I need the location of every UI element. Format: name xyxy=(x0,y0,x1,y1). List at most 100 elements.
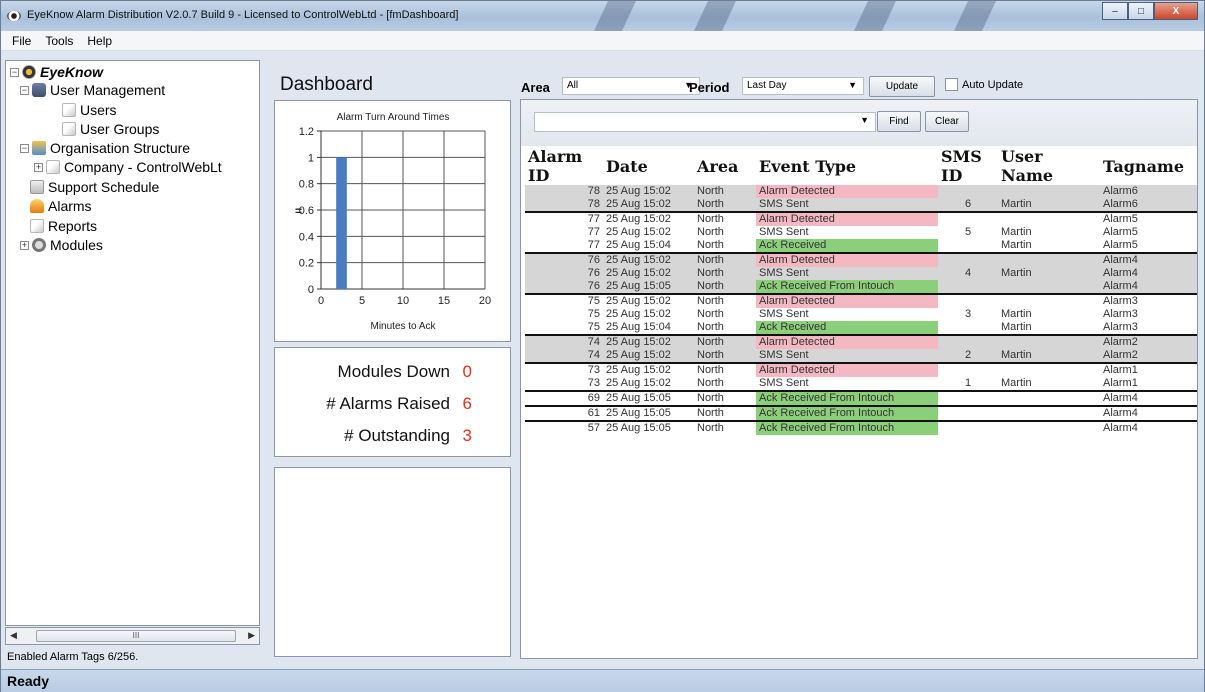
cell-tagname: Alarm1 xyxy=(1103,364,1138,376)
tree-item-support-schedule[interactable]: Support Schedule xyxy=(30,178,159,196)
column-header-date[interactable]: Date xyxy=(603,147,694,185)
tree-item-user-groups[interactable]: User Groups xyxy=(62,120,159,138)
tree-item-label: Reports xyxy=(48,218,98,234)
table-row[interactable]: 74 25 Aug 15:02 North Alarm Detected Alarm2 xyxy=(525,335,1197,349)
cell-alarm-id: 74 xyxy=(525,335,603,349)
chart-y-tick-label: 0.2 xyxy=(299,258,314,270)
tree-item-label: Support Schedule xyxy=(48,179,160,195)
cell-area: North xyxy=(694,391,756,407)
column-header-event-type[interactable]: Event Type xyxy=(756,147,938,185)
scroll-right-icon[interactable]: ▶ xyxy=(248,630,255,641)
column-header-user-name[interactable]: User Name xyxy=(998,147,1100,185)
table-row[interactable]: 74 25 Aug 15:02 North SMS Sent 2 Martin Alarm2 xyxy=(525,349,1197,364)
table-row[interactable]: 76 25 Aug 15:05 North Ack Received From Int… xyxy=(525,280,1197,295)
table-row[interactable]: 75 25 Aug 15:02 North Alarm Detected Alarm3 xyxy=(525,294,1197,308)
close-button[interactable]: X xyxy=(1154,2,1198,20)
page-icon xyxy=(62,122,76,136)
expand-icon[interactable]: + xyxy=(34,162,43,172)
tree-item-user-management[interactable]: − User Management xyxy=(20,81,165,99)
chart-x-tick-label: 15 xyxy=(438,295,450,307)
minimize-button[interactable]: – xyxy=(1102,2,1128,20)
cell-tagname: Alarm6 xyxy=(1100,185,1197,198)
cell-user-name xyxy=(998,294,1100,308)
cell-alarm-id: 76 xyxy=(525,280,603,295)
menu-file[interactable]: File xyxy=(5,34,38,48)
table-row[interactable]: 76 25 Aug 15:02 North Alarm Detected Alarm4 xyxy=(525,253,1197,267)
cell-area: North xyxy=(697,422,724,434)
cell-user-name xyxy=(998,185,1100,198)
table-row[interactable]: 78 25 Aug 15:02 North SMS Sent 6 Martin Alarm6 xyxy=(525,198,1197,213)
tree-item-eyeknow[interactable]: − EyeKnow xyxy=(10,63,103,81)
column-header-area[interactable]: Area xyxy=(694,147,756,185)
empty-panel xyxy=(274,467,511,657)
column-header-alarm-id[interactable]: Alarm ID xyxy=(525,147,603,185)
cell-tagname: Alarm4 xyxy=(1100,406,1197,422)
table-row[interactable]: 78 25 Aug 15:02 North Alarm Detected Alarm6 xyxy=(525,185,1197,198)
alarm-events-table: Alarm ID Date Area Event Type SMS ID Use… xyxy=(525,147,1197,435)
tree-item-company[interactable]: + Company - ControlWebLt xyxy=(34,158,222,176)
status-text: Ready xyxy=(7,673,50,689)
table-row[interactable]: 75 25 Aug 15:04 North Ack Received Martin Ala… xyxy=(525,321,1197,336)
cell-tagname: Alarm4 xyxy=(1103,422,1138,434)
search-bar: ▼ Find Clear xyxy=(521,100,1197,146)
title-bar[interactable]: EyeKnow Alarm Distribution V2.0.7 Build … xyxy=(1,1,1204,31)
table-row[interactable]: 73 25 Aug 15:02 North SMS Sent 1 Martin Alarm1 xyxy=(525,377,1197,392)
chart-x-tick-label: 0 xyxy=(318,295,324,307)
tree-horizontal-scrollbar[interactable]: ◀ III ▶ xyxy=(5,627,260,645)
period-select-value: Last Day xyxy=(747,80,787,91)
tree-item-modules[interactable]: + Modules xyxy=(20,236,103,254)
cell-area: North xyxy=(694,321,756,336)
find-button[interactable]: Find xyxy=(877,111,921,132)
tree-item-label: User Management xyxy=(50,82,166,98)
tree-item-label: Users xyxy=(80,102,117,118)
table-row[interactable]: 77 25 Aug 15:02 North Alarm Detected Alarm5 xyxy=(525,212,1197,226)
column-header-sms-id[interactable]: SMS ID xyxy=(938,147,998,185)
scroll-thumb[interactable]: III xyxy=(36,630,236,642)
cell-sms-id xyxy=(938,391,998,407)
chart-y-tick-label: 0 xyxy=(308,284,314,296)
cell-sms-id xyxy=(938,212,998,226)
table-row[interactable]: 76 25 Aug 15:02 North SMS Sent 4 Martin Alarm4 xyxy=(525,267,1197,280)
cell-tagname: Alarm5 xyxy=(1103,226,1138,238)
table-row[interactable]: 77 25 Aug 15:04 North Ack Received Martin Ala… xyxy=(525,239,1197,254)
tree-item-users[interactable]: Users xyxy=(62,101,117,119)
collapse-icon[interactable]: − xyxy=(20,143,29,153)
auto-update-checkbox[interactable] xyxy=(945,78,958,91)
table-row[interactable]: 69 25 Aug 15:05 North Ack Received From Int… xyxy=(525,391,1197,407)
cell-alarm-id: 57 xyxy=(587,422,600,434)
collapse-icon[interactable]: − xyxy=(10,67,19,77)
table-row[interactable]: 77 25 Aug 15:02 North SMS Sent 5 Martin Alarm5 xyxy=(525,226,1197,239)
cell-tagname: Alarm6 xyxy=(1100,198,1197,213)
table-row[interactable]: 75 25 Aug 15:02 North SMS Sent 3 Martin Alarm3 xyxy=(525,308,1197,321)
scroll-left-icon[interactable]: ◀ xyxy=(10,630,17,641)
menu-help[interactable]: Help xyxy=(80,34,119,48)
area-select[interactable]: All ▼ xyxy=(562,77,700,95)
maximize-button[interactable]: □ xyxy=(1128,2,1154,20)
tree-item-organisation-structure[interactable]: − Organisation Structure xyxy=(20,139,190,157)
cell-area: North xyxy=(694,239,756,254)
cell-event-type: Alarm Detected xyxy=(756,185,938,198)
collapse-icon[interactable]: − xyxy=(20,85,29,95)
chevron-down-icon: ▼ xyxy=(860,115,869,125)
cell-date: 25 Aug 15:05 xyxy=(606,422,671,434)
cell-area: North xyxy=(694,253,756,267)
app-eye-icon[interactable] xyxy=(7,11,21,21)
search-input[interactable]: ▼ xyxy=(534,112,876,132)
outstanding-value: 3 xyxy=(462,426,472,445)
chart-x-axis-label: Minutes to Ack xyxy=(370,321,436,332)
clear-button[interactable]: Clear xyxy=(925,111,969,132)
table-row[interactable]: 57 25 Aug 15:05 North Ack Received From Int… xyxy=(525,421,1197,435)
cell-alarm-id: 77 xyxy=(587,213,600,225)
tree-item-alarms[interactable]: Alarms xyxy=(30,197,92,215)
table-row[interactable]: 61 25 Aug 15:05 North Ack Received From Int… xyxy=(525,406,1197,422)
period-select[interactable]: Last Day ▼ xyxy=(742,77,864,95)
tree-item-reports[interactable]: Reports xyxy=(30,217,97,235)
column-header-tagname[interactable]: Tagname xyxy=(1100,147,1197,185)
cell-user-name: Martin xyxy=(998,377,1100,392)
table-row[interactable]: 73 25 Aug 15:02 North Alarm Detected Alarm1 xyxy=(525,363,1197,377)
expand-icon[interactable]: + xyxy=(20,240,29,250)
cell-tagname: Alarm5 xyxy=(1100,239,1197,254)
menu-tools[interactable]: Tools xyxy=(38,34,80,48)
chart-y-tick-label: 0.4 xyxy=(299,231,314,243)
update-button[interactable]: Update xyxy=(869,76,935,97)
